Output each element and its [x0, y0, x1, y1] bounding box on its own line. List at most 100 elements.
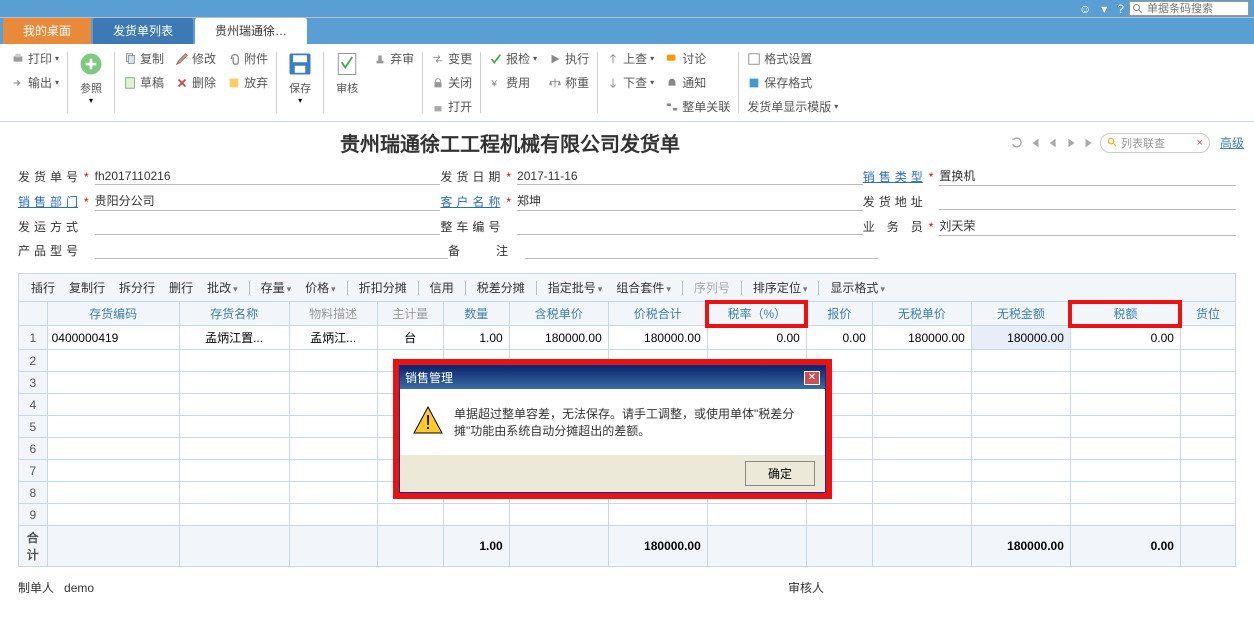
topbar: ☺ ▾ ?	[0, 0, 1254, 18]
val-saletype[interactable]: 置换机	[939, 167, 1236, 186]
fmtset-button[interactable]: 格式设置	[745, 48, 840, 69]
val-ship[interactable]	[95, 219, 441, 235]
act-batchchg[interactable]: 批改	[201, 277, 244, 298]
next-icon[interactable]	[1064, 136, 1078, 150]
col-taxprice[interactable]: 含税单价	[509, 302, 608, 326]
dialog-ok-button[interactable]: 确定	[745, 461, 815, 486]
lbl-dept[interactable]: 销售部门	[18, 193, 78, 210]
tab-list[interactable]: 发货单列表	[93, 17, 193, 44]
delete-button[interactable]: 删除	[173, 72, 218, 93]
col-quote[interactable]: 报价	[806, 302, 872, 326]
stamp-icon	[373, 52, 387, 66]
recheck-button[interactable]: 报检▾	[487, 48, 539, 69]
barcode-search[interactable]	[1129, 1, 1249, 16]
list-search[interactable]: 列表联查 ×	[1100, 133, 1210, 153]
act-credit[interactable]: 信用	[424, 277, 460, 298]
table-row[interactable]: 1 0400000419 孟炳江置... 孟炳江... 台 1.00 18000…	[19, 326, 1236, 350]
col-price[interactable]: 无税单价	[872, 302, 971, 326]
table-row[interactable]: 9	[19, 504, 1236, 526]
change-icon	[431, 52, 445, 66]
val-cust[interactable]: 郑坤	[517, 192, 863, 211]
col-taxtotal[interactable]: 价税合计	[608, 302, 707, 326]
dialog-close-icon[interactable]: ✕	[804, 371, 820, 385]
save-button[interactable]: 保存▾	[280, 48, 320, 107]
col-name[interactable]: 存货名称	[179, 302, 289, 326]
act-sortloc[interactable]: 排序定位	[747, 277, 814, 298]
barcode-search-input[interactable]	[1147, 3, 1237, 15]
val-model[interactable]	[95, 243, 448, 259]
wholeclose-button[interactable]: 整单关联	[663, 96, 732, 117]
act-splitrow[interactable]: 拆分行	[113, 277, 161, 298]
modify-button[interactable]: 修改	[173, 48, 218, 69]
act-copyrow[interactable]: 复制行	[63, 277, 111, 298]
lbl-saletype[interactable]: 销售类型	[863, 168, 923, 185]
close-button[interactable]: 关闭	[429, 72, 474, 93]
col-taxrate[interactable]: 税率（%）	[707, 302, 806, 326]
fee-button[interactable]: ¥费用	[487, 72, 539, 93]
chat-icon	[665, 52, 679, 66]
tab-desktop[interactable]: 我的桌面	[3, 17, 91, 44]
discuss-button[interactable]: 讨论	[663, 48, 732, 69]
val-addr[interactable]	[939, 194, 1236, 210]
col-mat[interactable]: 物料描述	[289, 302, 377, 326]
act-delrow[interactable]: 删行	[163, 277, 199, 298]
first-icon[interactable]	[1028, 136, 1042, 150]
val-dept[interactable]: 贵阳分公司	[95, 192, 441, 211]
advanced-link[interactable]: 高级	[1220, 134, 1244, 151]
print-icon	[11, 52, 25, 66]
record-nav: 列表联查 × 高级	[1010, 133, 1244, 153]
smiley-icon[interactable]: ☺	[1079, 2, 1091, 16]
dialog-title: 销售管理	[405, 369, 453, 386]
col-tax[interactable]: 税额	[1070, 302, 1180, 326]
save-icon	[286, 50, 314, 78]
col-loc[interactable]: 货位	[1180, 302, 1235, 326]
last-icon[interactable]	[1082, 136, 1096, 150]
change-button[interactable]: 变更	[429, 48, 474, 69]
attach-button[interactable]: 附件	[225, 48, 270, 69]
giveup-button[interactable]: 放弃	[225, 72, 270, 93]
sendaudit-button[interactable]: 弃审	[371, 48, 416, 69]
act-taxsplit[interactable]: 税差分摊	[471, 277, 531, 298]
refresh-icon[interactable]	[1010, 136, 1024, 150]
dialog-title-bar[interactable]: 销售管理 ✕	[400, 366, 825, 389]
act-discount[interactable]: 折扣分摊	[353, 277, 413, 298]
act-dispfmt[interactable]: 显示格式	[824, 277, 891, 298]
lbl-cust[interactable]: 客户名称	[440, 193, 500, 210]
col-qty[interactable]: 数量	[443, 302, 509, 326]
page-title: 贵州瑞通徐工工程机械有限公司发货单	[10, 128, 1010, 157]
dialog-message: 单据超过整单容差，无法保存。请手工调整，或使用单体"税差分摊"功能由系统自动分摊…	[454, 405, 813, 439]
act-insert[interactable]: 插行	[25, 277, 61, 298]
col-unit[interactable]: 主计量	[377, 302, 443, 326]
display-button[interactable]: 发货单显示模版▾	[745, 96, 840, 117]
audit-button[interactable]: 审核	[327, 48, 367, 98]
act-batch[interactable]: 指定批号	[542, 277, 609, 298]
val-sales[interactable]: 刘天荣	[939, 217, 1236, 236]
tab-current[interactable]: 贵州瑞通徐…	[195, 17, 307, 44]
weigh-button[interactable]: 称重	[546, 72, 591, 93]
act-combo[interactable]: 组合套件	[610, 277, 677, 298]
downcheck-button[interactable]: 下查▾	[604, 72, 656, 93]
copy-button[interactable]: 复制	[121, 48, 166, 69]
notify-button[interactable]: 通知	[663, 72, 732, 93]
act-inventory[interactable]: 存量	[255, 277, 298, 298]
print-button[interactable]: 打印▾	[9, 48, 61, 69]
act-price[interactable]: 价格	[299, 277, 342, 298]
draft-icon	[123, 76, 137, 90]
output-button[interactable]: 输出▾	[9, 72, 61, 93]
draft-button[interactable]: 草稿	[121, 72, 166, 93]
col-amount[interactable]: 无税金额	[971, 302, 1070, 326]
chevron-down-icon[interactable]: ▾	[1101, 2, 1107, 16]
savefmt-button[interactable]: 保存格式	[745, 72, 840, 93]
lbl-addr: 发货地址	[863, 193, 923, 210]
val-docno[interactable]: fh2017110216	[95, 169, 441, 185]
val-date[interactable]: 2017-11-16	[517, 169, 863, 185]
help-icon[interactable]: ?	[1117, 2, 1124, 16]
exec-button[interactable]: 执行	[546, 48, 591, 69]
open-button[interactable]: 打开	[429, 96, 474, 117]
upcheck-button[interactable]: 上查▾	[604, 48, 656, 69]
val-remark[interactable]	[525, 243, 878, 259]
reference-button[interactable]: 参照▾	[71, 48, 111, 107]
prev-icon[interactable]	[1046, 136, 1060, 150]
col-code[interactable]: 存货编码	[47, 302, 179, 326]
val-car[interactable]	[517, 219, 863, 235]
